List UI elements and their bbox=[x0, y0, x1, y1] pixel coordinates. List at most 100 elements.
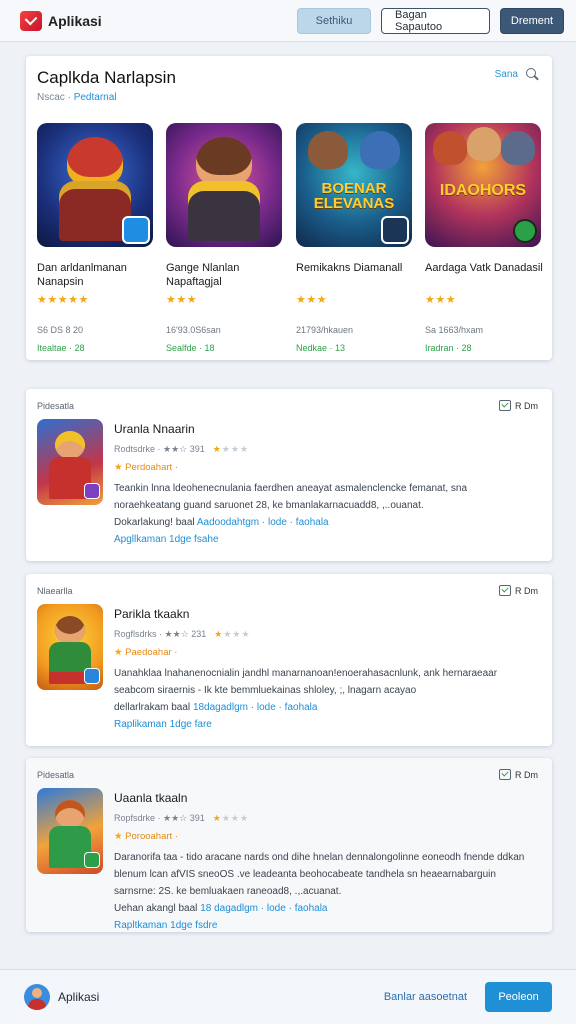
game-title: Dan arldanlmanan Nanapsin bbox=[37, 262, 127, 288]
review-badge: ★ Paedoahar · bbox=[114, 647, 534, 658]
game-status: Itealtae · 28 bbox=[37, 343, 85, 353]
game-status: Nedkae · 13 bbox=[296, 343, 346, 353]
review-app-icon[interactable] bbox=[37, 604, 103, 690]
review-app-link[interactable]: Rapltkaman 1dge fsdre bbox=[114, 920, 534, 931]
review-text: Daranorifa taa - tido aracane nards ond … bbox=[114, 852, 525, 897]
app-badge-icon bbox=[381, 216, 409, 244]
review-text-tail: Uehan akangl baal bbox=[114, 903, 198, 914]
review-corner-label: R Dm bbox=[515, 400, 538, 411]
bottom-secondary-link[interactable]: Banlar aasoetnat bbox=[384, 991, 467, 1003]
bottom-app-name: Aplikasi bbox=[58, 990, 100, 1004]
review-meta: Rodtsdrke · ★★☆ 391 bbox=[114, 444, 205, 454]
game-banner-text: BOENAR ELEVANAS bbox=[313, 180, 395, 212]
review-meta: Ropfsdrke · ★★☆ 391 bbox=[114, 813, 205, 823]
search-icon[interactable] bbox=[526, 68, 538, 80]
review-inline-link[interactable]: Aadoodahtgm · lode · faohala bbox=[197, 517, 329, 528]
game-tile[interactable]: BOENAR ELEVANAS Remikakns Diamanall ★★★ … bbox=[296, 123, 414, 353]
game-meta: 21793/hkauen bbox=[296, 325, 354, 335]
app-badge-icon bbox=[122, 216, 150, 244]
review-badge-label: Porooahart · bbox=[125, 831, 178, 842]
review-stars: ★★★★ bbox=[212, 444, 250, 454]
app-badge-icon bbox=[84, 483, 100, 499]
app-logo[interactable]: Aplikasi bbox=[20, 10, 102, 31]
review-badge-label: Perdoahart · bbox=[125, 462, 178, 473]
star-icon: ★ bbox=[114, 647, 123, 658]
review-card: Nlaearlla R Dm Parikla tkaakn Rogflsdrks… bbox=[26, 574, 552, 746]
game-title: Aardaga Vatk Danadasil bbox=[425, 262, 543, 274]
review-text: Teankin lnna ldeohenecnulania faerdhen a… bbox=[114, 483, 468, 511]
game-rating-stars: ★★★ bbox=[425, 294, 457, 306]
review-app-link[interactable]: Raplikaman 1dge fare bbox=[114, 719, 534, 730]
game-status: Sealfde · 18 bbox=[166, 343, 215, 353]
featured-title: Caplkda Narlapsin bbox=[37, 68, 176, 87]
app-badge-icon bbox=[84, 668, 100, 684]
review-card: Pidesatla R Dm Uaanla tkaaln Ropfsdrke ·… bbox=[26, 758, 552, 932]
review-badge-label: Paedoahar · bbox=[125, 647, 178, 658]
featured-subtitle: Nscac · Pedtarnal bbox=[37, 92, 117, 103]
review-category: Nlaearlla bbox=[37, 586, 73, 596]
review-stars: ★★★★ bbox=[212, 813, 250, 823]
bottom-bar: Aplikasi Banlar aasoetnat Peoleon bbox=[0, 969, 576, 1024]
game-tile[interactable]: Dan arldanlmanan Nanapsin ★★★★★ S6 DS 8 … bbox=[37, 123, 155, 353]
game-tile[interactable]: IDAOHORS Aardaga Vatk Danadasil ★★★ Sa 1… bbox=[425, 123, 543, 353]
review-category: Pidesatla bbox=[37, 401, 75, 411]
review-content: Uranla Nnaarin Rodtsdrke · ★★☆ 391 ★★★★ … bbox=[114, 422, 534, 545]
review-body: Uanahklaa lnahanenocnialin jandhl manarn… bbox=[114, 665, 534, 716]
review-rating-line: Rogflsdrks · ★★☆ 231 ★★★★ bbox=[114, 629, 534, 640]
featured-see-all-link[interactable]: Sana bbox=[495, 69, 518, 80]
review-title: Uaanla tkaaln bbox=[114, 791, 188, 805]
review-body: Daranorifa taa - tido aracane nards ond … bbox=[114, 849, 534, 917]
review-content: Uaanla tkaaln Ropfsdrke · ★★☆ 391 ★★★★ ★… bbox=[114, 791, 534, 931]
review-corner[interactable]: R Dm bbox=[499, 400, 538, 411]
header-outline-button[interactable]: Bagan Sapautoo bbox=[381, 7, 490, 34]
review-meta: Rogflsdrks · ★★☆ 231 bbox=[114, 629, 207, 639]
review-content: Parikla tkaakn Rogflsdrks · ★★☆ 231 ★★★★… bbox=[114, 607, 534, 730]
featured-subtitle-text: Nscac bbox=[37, 92, 65, 103]
review-badge: ★ Perdoahart · bbox=[114, 462, 534, 473]
review-badge: ★ Porooahart · bbox=[114, 831, 534, 842]
review-corner-label: R Dm bbox=[515, 769, 538, 780]
review-stars: ★★★★ bbox=[214, 629, 251, 639]
game-meta: Sa 1663/hxam bbox=[425, 325, 484, 335]
review-corner-label: R Dm bbox=[515, 585, 538, 596]
header-soft-button[interactable]: Sethiku bbox=[297, 7, 371, 34]
review-corner[interactable]: R Dm bbox=[499, 769, 538, 780]
app-badge-icon bbox=[84, 852, 100, 868]
bottom-primary-button[interactable]: Peoleon bbox=[485, 982, 552, 1012]
game-meta: S6 DS 8 20 bbox=[37, 325, 84, 335]
game-title: Remikakns Diamanall bbox=[296, 262, 403, 274]
review-text-tail: dellarlrakam baal bbox=[114, 702, 191, 713]
app-badge-icon bbox=[513, 219, 537, 243]
review-app-link[interactable]: Apgllkaman 1dge fsahe bbox=[114, 534, 534, 545]
star-icon: ★ bbox=[114, 831, 123, 842]
review-text-tail: Dokarlakung! baal bbox=[114, 517, 195, 528]
review-rating-line: Ropfsdrke · ★★☆ 391 ★★★★ bbox=[114, 813, 534, 824]
review-category: Pidesatla bbox=[37, 770, 75, 780]
document-check-icon bbox=[499, 585, 511, 596]
game-artwork bbox=[37, 123, 153, 247]
game-rating-stars: ★★★ bbox=[166, 294, 198, 306]
game-rating-stars: ★★★★★ bbox=[37, 294, 89, 306]
avatar[interactable] bbox=[24, 984, 50, 1010]
game-banner-text: IDAOHORS bbox=[439, 182, 527, 199]
review-body: Teankin lnna ldeohenecnulania faerdhen a… bbox=[114, 480, 534, 531]
top-bar: Aplikasi Sethiku Bagan Sapautoo Drement bbox=[0, 0, 576, 42]
review-corner[interactable]: R Dm bbox=[499, 585, 538, 596]
review-inline-link[interactable]: 18dagadlgm · lode · faohala bbox=[193, 702, 318, 713]
header-primary-button[interactable]: Drement bbox=[500, 7, 564, 34]
game-artwork bbox=[166, 123, 282, 247]
review-app-icon[interactable] bbox=[37, 788, 103, 874]
review-card: Pidesatla R Dm Uranla Nnaarin Rodtsdrke … bbox=[26, 389, 552, 561]
game-tile[interactable]: Gange Nlanlan Napaftagjal ★★★ 16'93.0S6s… bbox=[166, 123, 284, 353]
review-title: Parikla tkaakn bbox=[114, 607, 190, 621]
review-inline-link[interactable]: 18 dagadlgm · lode · faohala bbox=[200, 903, 327, 914]
star-icon: ★ bbox=[114, 462, 123, 473]
document-check-icon bbox=[499, 400, 511, 411]
game-meta: 16'93.0S6san bbox=[166, 325, 221, 335]
game-artwork: IDAOHORS bbox=[425, 123, 541, 247]
game-status: Iradran · 28 bbox=[425, 343, 472, 353]
game-rating-stars: ★★★ bbox=[296, 294, 328, 306]
featured-subtitle-link[interactable]: Pedtarnal bbox=[74, 92, 117, 103]
review-app-icon[interactable] bbox=[37, 419, 103, 505]
game-title: Gange Nlanlan Napaftagjal bbox=[166, 262, 240, 288]
